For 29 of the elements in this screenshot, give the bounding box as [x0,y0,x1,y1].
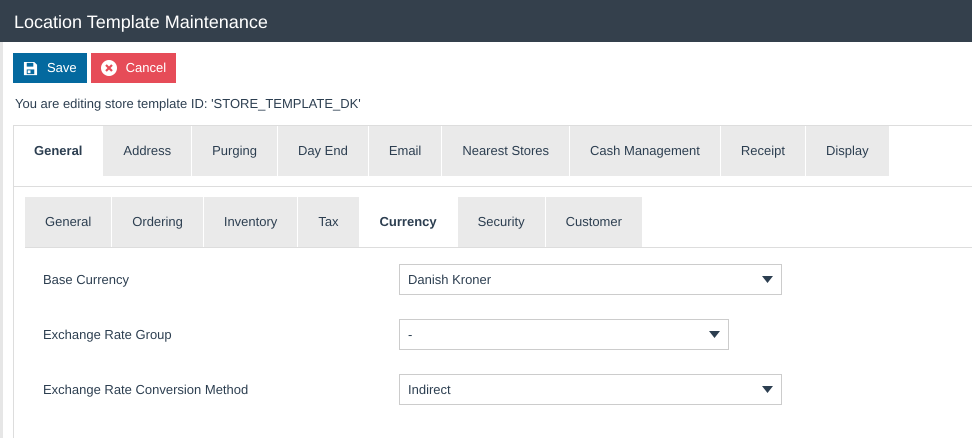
field-label: Exchange Rate Conversion Method [43,380,250,399]
caret-icon [709,331,720,338]
tab[interactable]: Inventory [204,197,298,247]
tab[interactable]: Receipt [720,126,805,176]
editing-message: You are editing store template ID: 'STORE_TEMPLATE_DK' [15,95,362,113]
field-label: Exchange Rate Group [43,326,173,344]
window-title: Location Template Maintenance [0,0,972,42]
tab[interactable]: Nearest Stores [442,126,570,176]
tab[interactable]: Customer [546,197,642,247]
tab[interactable]: Display [806,126,889,176]
caret-icon [762,386,773,393]
select-field[interactable]: - [399,319,729,350]
tab[interactable]: Address [103,126,192,176]
save-button[interactable]: Save [13,53,87,83]
tab[interactable]: Purging [192,126,277,176]
tab[interactable]: Security [458,197,545,247]
select-field[interactable]: Danish Kroner [399,264,782,295]
field-label: Base Currency [43,270,130,289]
tab[interactable]: Tax [298,197,359,247]
cancel-button[interactable]: Cancel [90,53,176,83]
tab[interactable]: General [25,197,112,247]
select-field[interactable]: Indirect [399,374,782,405]
close-icon [100,60,117,76]
tab[interactable]: Cash Management [570,126,720,176]
caret-icon [762,276,773,283]
save-icon [23,60,38,76]
tab[interactable]: Email [368,126,442,176]
tab[interactable]: Ordering [112,197,203,247]
tab[interactable]: Day End [278,126,368,176]
